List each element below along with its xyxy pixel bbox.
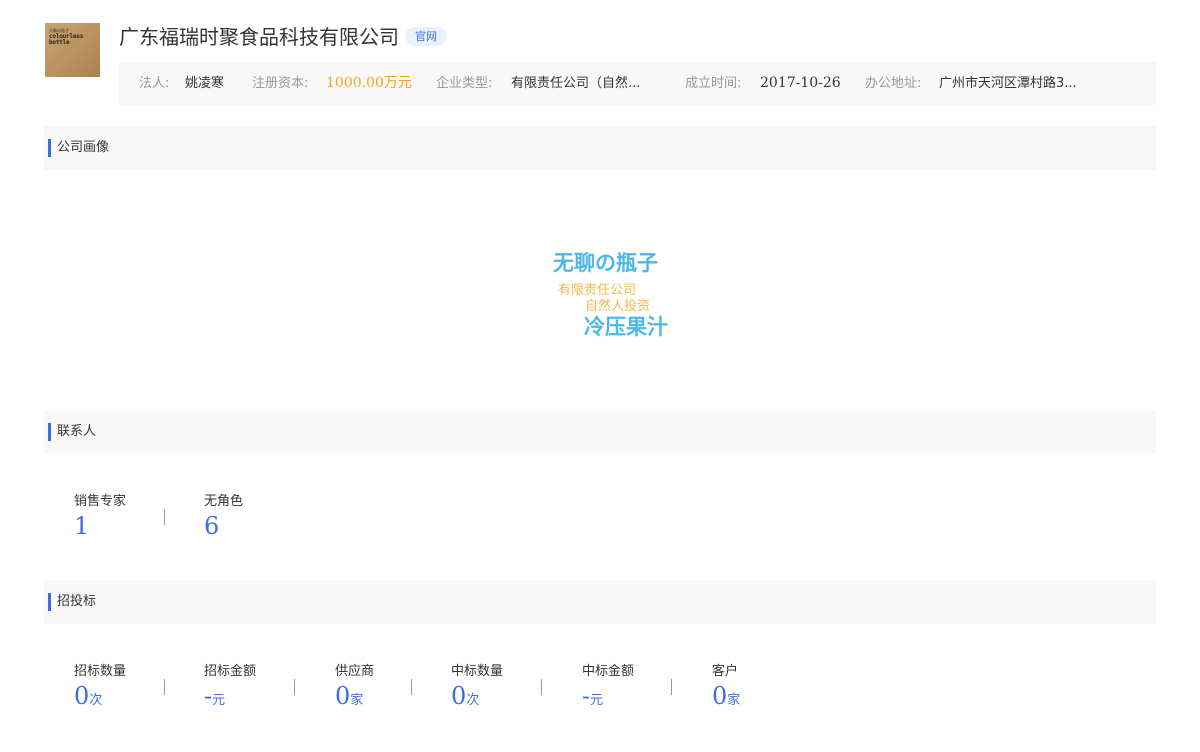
stat-unit: 家 xyxy=(350,693,364,708)
stat-divider xyxy=(541,679,542,695)
company-profile-page: 无聊の瓶子 colourless bottle 广东福瑞时聚食品科技有限公司 官… xyxy=(0,0,1200,752)
bidding-stat-tender-count[interactable]: 招标数量 0次 xyxy=(74,663,126,716)
stat-unit: 元 xyxy=(590,693,604,708)
capital-label: 注册资本: xyxy=(252,76,309,91)
stat-value: 0 xyxy=(451,682,467,710)
stat-unit: 家 xyxy=(727,693,741,708)
stat-value: 0 xyxy=(335,682,351,710)
company-name: 广东福瑞时聚食品科技有限公司 xyxy=(119,25,399,49)
capital-value: 1000.00万元 xyxy=(326,75,412,91)
legal-rep-label: 法人: xyxy=(139,76,170,91)
stat-label: 无角色 xyxy=(204,494,244,509)
bidding-stat-win-count[interactable]: 中标数量 0次 xyxy=(451,663,503,716)
bidding-stat-win-amount[interactable]: 中标金额 -元 xyxy=(582,663,634,716)
bidding-section-title: 招投标 xyxy=(57,594,97,609)
word-cloud-term: 无聊の瓶子 xyxy=(553,251,658,275)
stat-label: 中标数量 xyxy=(451,664,504,679)
stat-divider xyxy=(164,679,165,695)
company-type-label: 企业类型: xyxy=(436,76,493,91)
stat-label: 销售专家 xyxy=(74,494,127,509)
section-accent-bar xyxy=(48,139,51,157)
legal-rep-value: 姚凌寒 xyxy=(185,76,225,91)
founded-label: 成立时间: xyxy=(685,76,742,91)
stat-value: 0 xyxy=(712,682,728,710)
address-value: 广州市天河区潭村路3... xyxy=(939,76,1077,91)
stat-label: 中标金额 xyxy=(582,664,635,679)
bidding-stat-customers[interactable]: 客户 0家 xyxy=(712,663,740,716)
stat-value: 1 xyxy=(74,512,90,540)
stat-divider xyxy=(294,679,295,695)
company-type-value: 有限责任公司（自然... xyxy=(511,76,641,91)
stat-divider xyxy=(411,679,412,695)
stat-label: 客户 xyxy=(712,664,739,679)
stat-divider xyxy=(164,509,165,525)
stat-value: - xyxy=(204,682,213,710)
section-accent-bar xyxy=(48,593,51,611)
address-label: 办公地址: xyxy=(865,76,922,91)
word-cloud-term: 冷压果汁 xyxy=(584,315,668,339)
bidding-stat-suppliers[interactable]: 供应商 0家 xyxy=(335,663,374,716)
stat-unit: 次 xyxy=(466,693,480,708)
company-info-bar: 法人: 姚凌寒 注册资本: 1000.00万元 企业类型: 有限责任公司（自然.… xyxy=(119,62,1156,105)
bidding-section-header: 招投标 xyxy=(44,580,1156,624)
bidding-stat-tender-amount[interactable]: 招标金额 -元 xyxy=(204,663,256,716)
contacts-section-title: 联系人 xyxy=(57,424,97,439)
stat-unit: 次 xyxy=(89,693,103,708)
stat-label: 招标金额 xyxy=(204,664,257,679)
stat-value: 0 xyxy=(74,682,90,710)
contacts-section-header: 联系人 xyxy=(44,410,1156,454)
stat-value: 6 xyxy=(204,512,220,540)
portrait-section-title: 公司画像 xyxy=(57,140,110,155)
stat-label: 招标数量 xyxy=(74,664,127,679)
official-site-badge[interactable]: 官网 xyxy=(405,27,447,46)
stat-unit: 元 xyxy=(212,693,226,708)
contact-stat-no-role[interactable]: 无角色 6 xyxy=(204,493,243,541)
founded-value: 2017-10-26 xyxy=(760,75,841,91)
stat-label: 供应商 xyxy=(335,664,375,679)
portrait-section-header: 公司画像 xyxy=(44,126,1156,170)
company-logo: 无聊の瓶子 colourless bottle xyxy=(45,23,100,77)
stat-divider xyxy=(671,679,672,695)
section-accent-bar xyxy=(48,423,51,441)
logo-line-2: bottle xyxy=(49,39,70,46)
stat-value: - xyxy=(582,682,591,710)
contact-stat-sales-expert[interactable]: 销售专家 1 xyxy=(74,493,126,541)
